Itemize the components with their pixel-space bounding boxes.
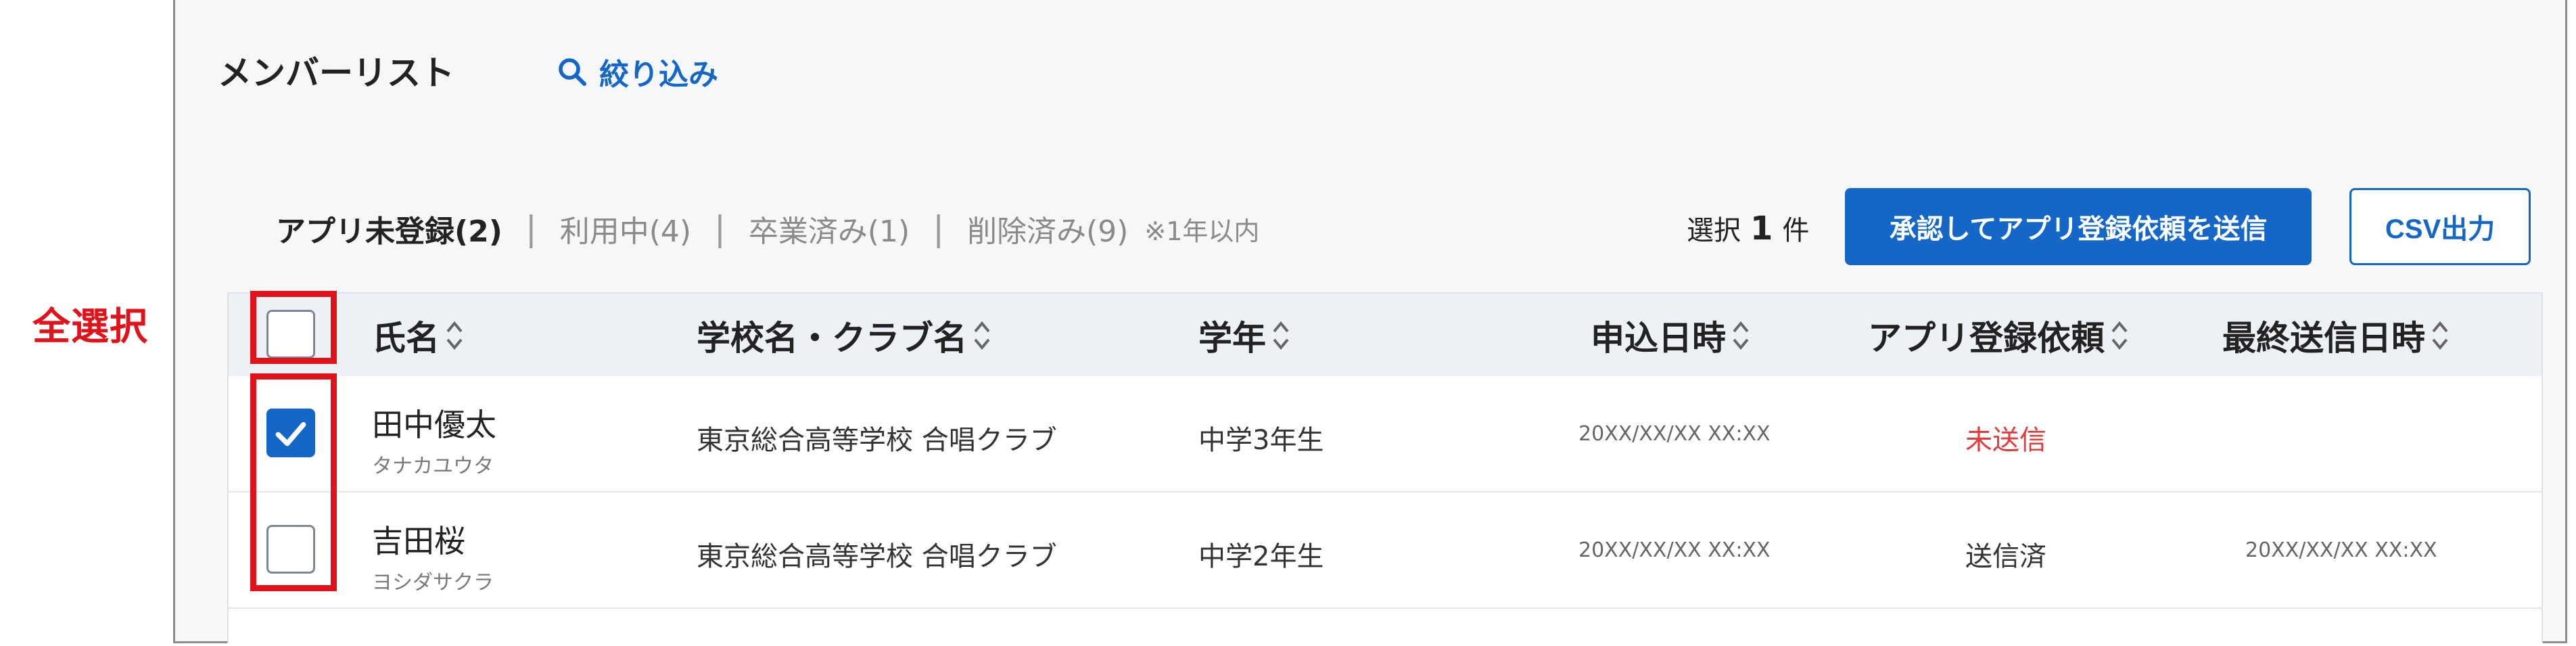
tab-separator: | — [933, 209, 945, 248]
tab-unregistered[interactable]: アプリ未登録(2) — [276, 207, 502, 250]
tab-graduated[interactable]: 卒業済み(1) — [749, 207, 910, 250]
table-row[interactable]: 田中優太 タナカユウタ 東京総合高等学校 合唱クラブ 中学3年生 20XX/XX… — [229, 376, 2542, 492]
sort-icon — [2429, 317, 2451, 354]
header-app-request[interactable]: アプリ登録依頼 — [1868, 311, 2130, 360]
member-kana: タナカユウタ — [372, 455, 494, 478]
selection-suffix: 件 — [1782, 215, 1810, 246]
header-applied[interactable]: 申込日時 — [1591, 311, 1752, 360]
member-name: 田中優太 — [372, 407, 496, 443]
status-tabs: アプリ未登録(2) | 利用中(4) | 卒業済み(1) | 削除済み(9) ※… — [276, 207, 1259, 250]
table-row[interactable]: 吉田桜 ヨシダサクラ 東京総合高等学校 合唱クラブ 中学2年生 20XX/XX/… — [229, 492, 2542, 609]
header-grade-label: 学年 — [1198, 319, 1266, 358]
selection-number: 1 — [1750, 210, 1773, 248]
school-club-cell: 東京総合高等学校 合唱クラブ — [697, 541, 1057, 572]
request-status-cell: 未送信 — [1965, 425, 2046, 456]
header-applied-label: 申込日時 — [1591, 319, 1726, 358]
header-last-sent[interactable]: 最終送信日時 — [2222, 311, 2451, 360]
sort-icon — [1270, 317, 1292, 354]
deleted-tab-note: ※1年以内 — [1144, 216, 1260, 246]
sort-icon — [444, 317, 465, 354]
header-school-label: 学校名・クラブ名 — [697, 319, 967, 358]
header-app-request-label: アプリ登録依頼 — [1868, 319, 2105, 358]
table-header: 氏名 学校名・クラブ名 学年 申込日時 アプリ登録依頼 最終送信日時 — [229, 294, 2542, 377]
tab-separator: | — [714, 209, 726, 248]
request-status-cell: 送信済 — [1965, 541, 2046, 572]
sort-icon — [1730, 317, 1752, 354]
filter-label: 絞り込み — [599, 57, 718, 92]
tab-in-use[interactable]: 利用中(4) — [560, 207, 691, 250]
header-school[interactable]: 学校名・クラブ名 — [697, 311, 993, 360]
csv-export-button[interactable]: CSV出力 — [2349, 188, 2531, 265]
member-name-cell: 吉田桜 ヨシダサクラ — [372, 517, 494, 595]
selection-count: 選択 1 件 — [1687, 208, 1809, 248]
applied-datetime-cell: 20XX/XX/XX XX:XX — [1578, 422, 1771, 446]
row-checkbox-highlight-box — [250, 373, 337, 591]
sort-icon — [971, 317, 993, 354]
select-all-highlight-box — [250, 291, 337, 364]
member-name-cell: 田中優太 タナカユウタ — [372, 400, 496, 479]
tab-deleted[interactable]: 削除済み(9) — [967, 207, 1128, 250]
sort-icon — [2109, 317, 2130, 354]
filter-link[interactable]: 絞り込み — [556, 50, 718, 93]
select-all-annotation-label: 全選択 — [32, 305, 148, 349]
last-sent-cell: 20XX/XX/XX XX:XX — [2245, 538, 2437, 562]
header-name[interactable]: 氏名 — [372, 311, 465, 360]
search-icon — [559, 58, 586, 86]
member-name: 吉田桜 — [372, 523, 465, 559]
page-title: メンバーリスト — [218, 53, 454, 93]
header-last-sent-label: 最終送信日時 — [2222, 319, 2425, 358]
tab-separator: | — [525, 209, 537, 248]
grade-cell: 中学3年生 — [1198, 425, 1324, 456]
applied-datetime-cell: 20XX/XX/XX XX:XX — [1578, 538, 1771, 562]
grade-cell: 中学2年生 — [1198, 541, 1324, 572]
header-grade[interactable]: 学年 — [1198, 311, 1292, 360]
member-table: 氏名 学校名・クラブ名 学年 申込日時 アプリ登録依頼 最終送信日時 田中優太 … — [227, 292, 2543, 643]
member-kana: ヨシダサクラ — [372, 571, 494, 595]
header-name-label: 氏名 — [372, 319, 440, 358]
approve-send-request-button[interactable]: 承認してアプリ登録依頼を送信 — [1845, 188, 2312, 265]
selection-prefix: 選択 — [1687, 215, 1741, 246]
school-club-cell: 東京総合高等学校 合唱クラブ — [697, 425, 1057, 456]
